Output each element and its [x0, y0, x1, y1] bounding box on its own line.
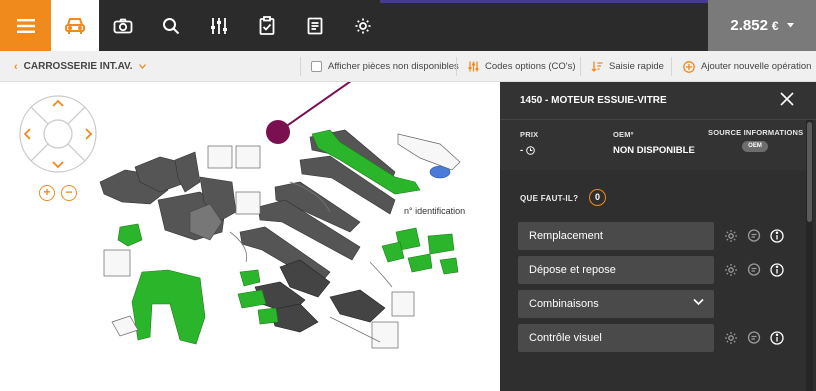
- scroll-thumb[interactable]: [807, 122, 812, 222]
- oem-label: OEMº: [613, 130, 634, 139]
- info-icon[interactable]: [770, 229, 784, 243]
- info-icon[interactable]: [770, 263, 784, 277]
- document-list-icon: [307, 17, 323, 34]
- toolbar-divider: [671, 57, 672, 76]
- part-details-panel: 1450 - MOTEUR ESSUIE-VITRE PRIX - OEMº N…: [500, 82, 816, 391]
- app-window: 2.852 € ‹ CARROSSERIE INT.AV. Afficher p…: [0, 0, 816, 391]
- source-badge: OEM: [742, 141, 768, 152]
- price-currency: €: [771, 18, 779, 33]
- sort-icon: [591, 61, 603, 72]
- camera-icon: [113, 18, 133, 33]
- option-codes-label: Codes options (CO's): [485, 61, 576, 72]
- chevron-down-icon: [693, 298, 704, 306]
- diagram-annotation: n° identification: [404, 206, 466, 216]
- operation-label: Dépose et repose: [529, 264, 616, 276]
- chevron-down-icon: [138, 64, 146, 69]
- exploded-parts-illustration[interactable]: [0, 82, 500, 391]
- selection-marker: [266, 120, 290, 144]
- toolbar-divider: [456, 57, 457, 76]
- comment-icon[interactable]: [747, 263, 761, 277]
- operation-visual-check-button[interactable]: Contrôle visuel: [518, 324, 714, 352]
- nav-car-button[interactable]: [51, 0, 99, 51]
- gear-icon[interactable]: [724, 229, 738, 243]
- operation-combinations-dropdown[interactable]: Combinaisons: [518, 290, 714, 318]
- operation-label: Combinaisons: [529, 298, 599, 310]
- option-codes-button[interactable]: Codes options (CO's): [468, 51, 576, 82]
- gear-icon: [355, 18, 371, 33]
- operation-actions: [724, 229, 784, 243]
- top-navigation-bar: 2.852 €: [0, 0, 816, 51]
- operation-remove-refit-button[interactable]: Dépose et repose: [518, 256, 714, 284]
- secondary-toolbar: ‹ CARROSSERIE INT.AV. Afficher pièces no…: [0, 51, 816, 82]
- panel-title: 1450 - MOTEUR ESSUIE-VITRE: [520, 95, 667, 106]
- car-icon: [65, 17, 85, 34]
- menu-button[interactable]: [0, 0, 51, 51]
- question-count-badge: 0: [589, 189, 606, 206]
- show-unavailable-label: Afficher pièces non disponibles: [328, 61, 459, 72]
- show-unavailable-toggle[interactable]: Afficher pièces non disponibles: [311, 51, 459, 82]
- info-icon[interactable]: [770, 331, 784, 345]
- add-operation-label: Ajouter nouvelle opération: [701, 61, 812, 72]
- parts-diagram-area: + − n° identification: [0, 82, 500, 391]
- question-label: QUE FAUT-IL?: [520, 194, 579, 203]
- operation-replacement-button[interactable]: Remplacement: [518, 222, 714, 250]
- close-icon[interactable]: [780, 92, 794, 106]
- source-label: SOURCE INFORMATIONS: [708, 128, 804, 137]
- quick-entry-label: Saisie rapide: [609, 61, 664, 72]
- comment-icon[interactable]: [747, 331, 761, 345]
- nav-camera-button[interactable]: [99, 0, 147, 51]
- nav-search-button[interactable]: [147, 0, 195, 51]
- operation-label: Remplacement: [529, 230, 603, 242]
- nav-document-button[interactable]: [291, 0, 339, 51]
- price-value-group: -: [520, 145, 535, 156]
- panel-header: 1450 - MOTEUR ESSUIE-VITRE: [500, 82, 816, 120]
- panel-scrollbar[interactable]: [806, 120, 813, 391]
- price-amount: 2.852: [730, 17, 768, 34]
- unavailable-checkbox[interactable]: [311, 61, 322, 72]
- total-price-dropdown[interactable]: 2.852 €: [708, 0, 816, 51]
- gear-icon[interactable]: [724, 331, 738, 345]
- clock-icon: [526, 146, 535, 155]
- caret-down-icon: [786, 23, 794, 28]
- operation-actions: [724, 263, 784, 277]
- toolbar-divider: [300, 57, 301, 76]
- operation-actions: [724, 331, 784, 345]
- gear-icon[interactable]: [724, 263, 738, 277]
- plus-circle-icon: [683, 60, 695, 73]
- toolbar-divider: [580, 57, 581, 76]
- add-operation-button[interactable]: Ajouter nouvelle opération: [683, 51, 811, 82]
- quick-entry-button[interactable]: Saisie rapide: [591, 51, 664, 82]
- section-selector[interactable]: ‹ CARROSSERIE INT.AV.: [14, 51, 146, 82]
- nav-sliders-button[interactable]: [195, 0, 243, 51]
- oem-value: NON DISPONIBLE: [613, 145, 695, 156]
- search-icon: [163, 17, 180, 34]
- nav-clipboard-button[interactable]: [243, 0, 291, 51]
- chevron-left-icon[interactable]: ‹: [14, 61, 18, 73]
- section-label: CARROSSERIE INT.AV.: [23, 61, 133, 72]
- sliders-icon: [211, 17, 227, 34]
- price-value: -: [520, 145, 524, 156]
- nav-settings-button[interactable]: [339, 0, 387, 51]
- hamburger-icon: [16, 18, 35, 33]
- sliders-icon: [468, 61, 479, 72]
- operation-label: Contrôle visuel: [529, 332, 602, 344]
- price-label: PRIX: [520, 130, 539, 139]
- comment-icon[interactable]: [747, 229, 761, 243]
- clipboard-check-icon: [259, 16, 275, 35]
